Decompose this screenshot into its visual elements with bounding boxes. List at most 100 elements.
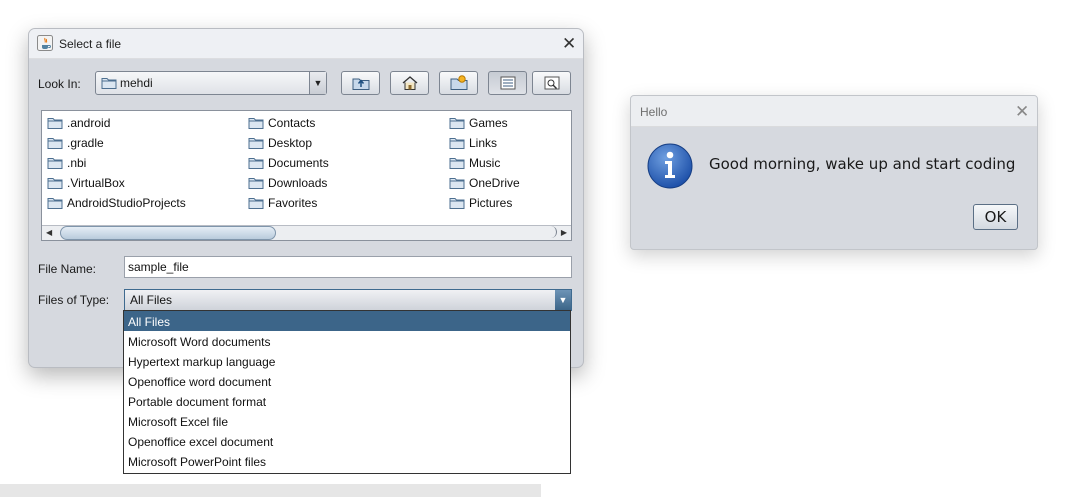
up-one-level-button[interactable] <box>341 71 380 95</box>
dropdown-option-label: Microsoft Word documents <box>128 335 271 349</box>
information-icon <box>647 143 693 189</box>
message-dialog-title: Hello <box>640 105 668 119</box>
dropdown-option-label: All Files <box>128 315 171 329</box>
file-list-item[interactable]: OneDrive <box>449 173 520 193</box>
dropdown-option[interactable]: Hypertext markup language <box>124 351 570 371</box>
folder-icon <box>47 118 63 129</box>
folder-icon <box>248 198 264 209</box>
folder-icon <box>449 158 465 169</box>
dropdown-option[interactable]: Openoffice word document <box>124 371 570 391</box>
file-name: Pictures <box>469 196 513 210</box>
scrollbar-thumb[interactable] <box>60 226 276 240</box>
dropdown-option[interactable]: All Files <box>124 311 570 331</box>
dropdown-option-label: Hypertext markup language <box>128 355 276 369</box>
folder-icon <box>248 178 264 189</box>
scroll-left-icon[interactable]: ◀ <box>46 228 52 237</box>
file-list-item[interactable]: Pictures <box>449 193 512 213</box>
close-icon[interactable]: ✕ <box>562 35 576 52</box>
list-view-icon <box>500 76 516 90</box>
file-name: .gradle <box>67 136 104 150</box>
files-of-type-value: All Files <box>130 293 173 307</box>
files-of-type-label: Files of Type: <box>38 293 110 307</box>
message-text: Good morning, wake up and start coding <box>709 155 1016 173</box>
file-name: Favorites <box>268 196 318 210</box>
dropdown-option[interactable]: Microsoft PowerPoint files <box>124 451 570 471</box>
look-in-combobox[interactable]: mehdi ▼ <box>95 71 327 95</box>
scroll-right-icon[interactable]: ▶ <box>561 228 567 237</box>
folder-icon <box>248 158 264 169</box>
file-chooser-titlebar: Select a file ✕ <box>29 29 583 59</box>
file-list-item[interactable]: .nbi <box>47 153 86 173</box>
details-view-icon <box>544 76 560 90</box>
folder-icon <box>47 198 63 209</box>
file-list-item[interactable]: Music <box>449 153 500 173</box>
file-list-item[interactable]: AndroidStudioProjects <box>47 193 186 213</box>
file-name: Music <box>469 156 501 170</box>
list-view-button[interactable] <box>488 71 527 95</box>
file-list[interactable]: .android .gradle .nbi .VirtualBox AndroidStu… <box>41 110 572 241</box>
home-icon <box>402 76 418 90</box>
scrollbar-track-end <box>548 226 557 238</box>
folder-icon <box>47 178 63 189</box>
folder-icon <box>248 138 264 149</box>
file-name-label: File Name: <box>38 262 97 276</box>
dropdown-option-label: Portable document format <box>128 395 267 409</box>
file-name-field[interactable] <box>124 256 572 278</box>
dropdown-option[interactable]: Microsoft Word documents <box>124 331 570 351</box>
home-button[interactable] <box>390 71 429 95</box>
dropdown-option-label: Openoffice excel document <box>128 435 274 449</box>
folder-icon <box>449 178 465 189</box>
file-name: .VirtualBox <box>67 176 125 190</box>
chevron-down-icon[interactable]: ▼ <box>555 290 571 310</box>
file-name: .android <box>67 116 111 130</box>
dropdown-option-label: Microsoft Excel file <box>128 415 229 429</box>
file-name: OneDrive <box>469 176 520 190</box>
background-strip <box>0 484 541 497</box>
java-app-icon <box>37 35 53 51</box>
dropdown-option[interactable]: Openoffice excel document <box>124 431 570 451</box>
look-in-label: Look In: <box>38 77 81 91</box>
file-list-item[interactable]: Contacts <box>248 113 315 133</box>
file-list-item[interactable]: Games <box>449 113 508 133</box>
file-name: Desktop <box>268 136 313 150</box>
file-list-item[interactable]: .VirtualBox <box>47 173 125 193</box>
file-name: Links <box>469 136 498 150</box>
file-name: Contacts <box>268 116 316 130</box>
files-of-type-combobox[interactable]: All Files ▼ <box>124 289 572 311</box>
file-name: .nbi <box>67 156 87 170</box>
folder-icon <box>248 118 264 129</box>
files-of-type-dropdown[interactable]: All Files Microsoft Word documents Hyperte… <box>123 310 571 474</box>
file-name: Games <box>469 116 508 130</box>
new-folder-button[interactable] <box>439 71 478 95</box>
chevron-down-icon[interactable]: ▼ <box>309 72 326 94</box>
folder-icon <box>449 118 465 129</box>
file-list-item[interactable]: Desktop <box>248 133 312 153</box>
folder-icon <box>47 138 63 149</box>
message-dialog: Hello ✕ Good morning, wake up and start … <box>630 95 1038 250</box>
file-list-item[interactable]: .android <box>47 113 110 133</box>
file-name: Downloads <box>268 176 328 190</box>
file-list-item[interactable]: Links <box>449 133 497 153</box>
folder-icon <box>47 158 63 169</box>
dropdown-option[interactable]: Microsoft Excel file <box>124 411 570 431</box>
file-list-item[interactable]: Favorites <box>248 193 317 213</box>
file-list-item[interactable]: Downloads <box>248 173 327 193</box>
file-name: Documents <box>268 156 329 170</box>
look-in-value: mehdi <box>120 76 153 90</box>
folder-icon <box>449 198 465 209</box>
up-one-level-icon <box>352 78 370 90</box>
ok-button[interactable]: OK <box>973 204 1018 230</box>
file-list-item[interactable]: Documents <box>248 153 329 173</box>
file-chooser-title: Select a file <box>59 37 122 51</box>
dropdown-option-label: Openoffice word document <box>128 375 272 389</box>
file-list-item[interactable]: .gradle <box>47 133 104 153</box>
folder-icon <box>449 138 465 149</box>
close-icon[interactable]: ✕ <box>1015 103 1029 120</box>
dropdown-option[interactable]: Portable document format <box>124 391 570 411</box>
folder-icon <box>101 78 117 89</box>
details-view-button[interactable] <box>532 71 571 95</box>
message-dialog-titlebar: Hello ✕ <box>631 96 1037 127</box>
new-folder-icon <box>450 75 468 90</box>
dropdown-option-label: Microsoft PowerPoint files <box>128 455 267 469</box>
horizontal-scrollbar[interactable]: ◀ ▶ <box>42 225 571 240</box>
